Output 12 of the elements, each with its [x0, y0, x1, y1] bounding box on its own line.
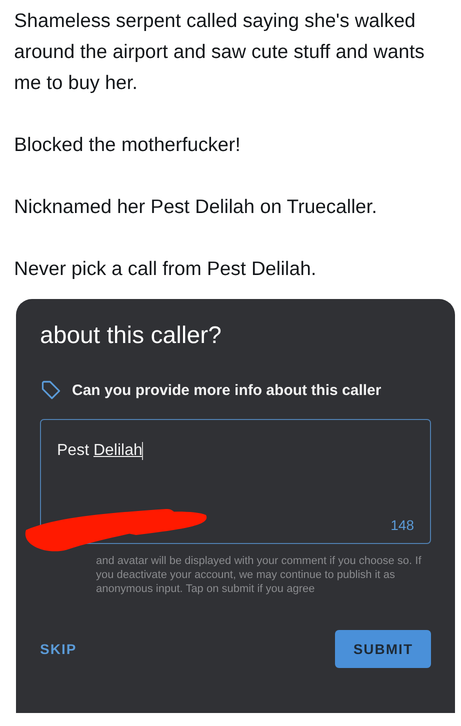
tweet-paragraph: Shameless serpent called saying she's walked around the airport and saw cute stuff and wants me to buy her.: [14, 9, 426, 96]
dialog-title: about this caller?: [40, 321, 222, 351]
tweet-paragraph: Never pick a call from Pest Delilah.: [14, 257, 318, 282]
comment-field[interactable]: Pest Delilah 148: [40, 419, 431, 544]
tweet-paragraph: Nicknamed her Pest Delilah on Truecaller.: [14, 195, 378, 220]
disclaimer-text: and avatar will be displayed with your comment if you choose so. If you deactivate your account, we may continue to publish it as anonymous input. Tap on submit if you agree: [95, 554, 422, 596]
character-counter: 148: [390, 517, 414, 533]
skip-button[interactable]: SKIP: [40, 633, 77, 665]
tag-icon: [40, 379, 62, 401]
prompt-label: Can you provide more info about this caller: [72, 382, 382, 398]
submit-button[interactable]: SUBMIT: [335, 630, 431, 668]
tweet-paragraph: Blocked the motherfucker!: [14, 133, 242, 158]
